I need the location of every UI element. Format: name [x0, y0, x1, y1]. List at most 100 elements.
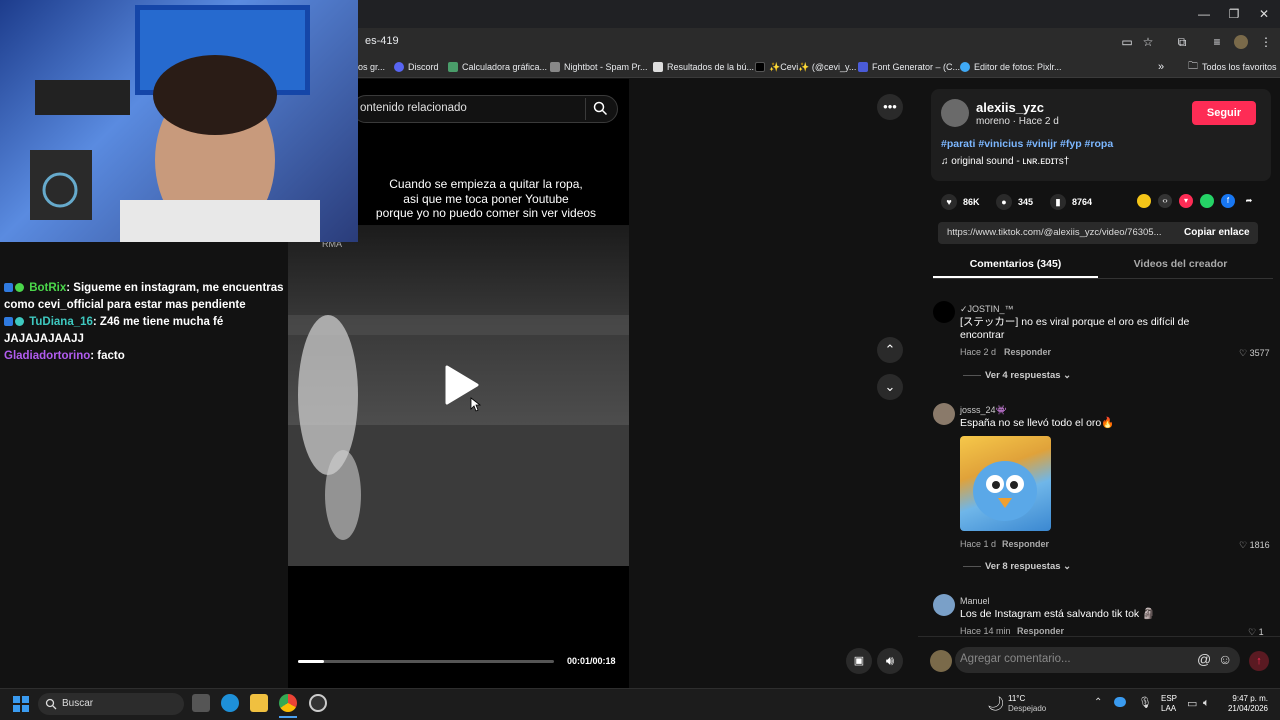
bookmark-icon: ▮ [1050, 194, 1066, 210]
task-view-icon[interactable] [192, 694, 210, 712]
bookmark-item[interactable]: Calculadora gráfica... [448, 60, 547, 74]
badge-icon [4, 317, 13, 327]
comment-username[interactable]: josss_24👾 [960, 405, 1007, 416]
tab-comments[interactable]: Comentarios (345) [933, 258, 1098, 270]
edge-icon[interactable] [221, 694, 239, 712]
chevron-down-icon[interactable]: ⌄ [877, 374, 903, 400]
minimize-icon[interactable]: — [1196, 6, 1212, 22]
like-stat[interactable]: ♥ 86K [941, 194, 980, 210]
hashtags[interactable]: #parati #vinicius #vinijr #fyp #ropa [941, 138, 1113, 150]
video-url[interactable]: https://www.tiktok.com/@alexiis_yzc/vide… [947, 227, 1169, 238]
bookmark-label: Resultados de la bú... [667, 62, 755, 72]
send-icon[interactable]: ▾ [1179, 194, 1193, 208]
copy-link-button[interactable]: Copiar enlace [1184, 227, 1250, 238]
bookmark-item[interactable]: Font Generator – (C... [858, 60, 960, 74]
pixlr-icon [960, 62, 970, 72]
weather-icon[interactable]: 🌙︎ [987, 695, 1005, 712]
miniplayer-icon[interactable]: ▣ [846, 648, 872, 674]
bookmark-label: Discord [408, 62, 439, 72]
windows-start-icon[interactable] [13, 696, 29, 712]
comment-like[interactable]: ♡ 3577 [1239, 348, 1270, 359]
more-options-icon[interactable]: ••• [877, 94, 903, 120]
repost-icon[interactable] [1137, 194, 1151, 208]
taskbar-search[interactable] [38, 693, 184, 715]
app-icon[interactable] [309, 694, 327, 712]
embed-icon[interactable]: ‹› [1158, 194, 1172, 208]
creator-avatar[interactable] [941, 99, 969, 127]
progress-fill [298, 660, 324, 663]
onedrive-icon[interactable] [1114, 697, 1126, 707]
reply-button[interactable]: Responder [1017, 626, 1064, 636]
bookmark-item[interactable]: Editor de fotos: Pixlr... [960, 60, 1062, 74]
share-icon[interactable]: ➦ [1242, 194, 1256, 208]
stream-chat: BotRix: Sigueme en instagram, me encuent… [0, 280, 288, 365]
progress-track[interactable] [298, 660, 554, 663]
bookmark-label: Editor de fotos: Pixlr... [974, 62, 1062, 72]
bookmarks-more-button[interactable]: » [1158, 60, 1164, 74]
chat-username[interactable]: BotRix [29, 282, 66, 294]
bookmark-item[interactable]: Resultados de la bú... [653, 60, 754, 74]
creator-subline: moreno · Hace 2 d [976, 116, 1059, 127]
whatsapp-icon[interactable] [1200, 194, 1214, 208]
reply-button[interactable]: Responder [1004, 347, 1051, 357]
heart-outline-icon: ♡ [1239, 348, 1250, 358]
post-comment-icon[interactable]: ↑ [1249, 651, 1269, 671]
comment-avatar[interactable] [933, 594, 955, 616]
chat-username[interactable]: TuDiana_16 [29, 316, 93, 328]
bookmark-item[interactable]: Discord [394, 60, 439, 74]
maximize-icon[interactable]: ❐ [1226, 6, 1242, 22]
clock-time[interactable]: 9:47 p. m. [1228, 694, 1268, 703]
view-replies-button[interactable]: Ver 4 respuestas ⌄ [985, 370, 1071, 381]
microphone-icon[interactable]: 🎙︎ [1138, 696, 1152, 709]
network-icon[interactable]: ▭ [1187, 697, 1197, 710]
bookmark-item[interactable]: Nightbot - Spam Pr... [550, 60, 648, 74]
view-replies-button[interactable]: Ver 8 respuestas ⌄ [985, 561, 1071, 572]
language-top[interactable]: ESP [1161, 694, 1177, 703]
likes-count: 86K [963, 197, 980, 207]
bookmark-item[interactable]: os gr... [358, 60, 385, 74]
heart-outline-icon: ♡ [1239, 540, 1250, 550]
facebook-icon[interactable]: f [1221, 194, 1235, 208]
address-text[interactable]: es-419 [365, 35, 399, 47]
comment-stat[interactable]: ● 345 [996, 194, 1033, 210]
emoji-icon[interactable]: ☺ [1218, 651, 1232, 667]
tab-creator-videos[interactable]: Videos del creador [1098, 258, 1263, 270]
comment-avatar[interactable] [933, 403, 955, 425]
webcam-image [30, 5, 320, 242]
tab-active-indicator [933, 276, 1098, 278]
profile-avatar[interactable] [1234, 35, 1248, 49]
mention-icon[interactable]: @ [1197, 651, 1211, 667]
volume-icon[interactable]: 🔊︎ [877, 648, 903, 674]
webcam-overlay [0, 0, 358, 242]
file-explorer-icon[interactable] [250, 694, 268, 712]
tiktok-icon [755, 62, 765, 72]
comment-username[interactable]: Manuel [960, 596, 990, 606]
search-icon[interactable] [593, 101, 608, 116]
discord-icon [394, 62, 404, 72]
speaker-icon[interactable]: 🔈︎ [1203, 697, 1210, 710]
comment-username[interactable]: ✓JOSTIN_™ [960, 304, 1014, 315]
all-bookmarks-button[interactable]: 🗀 Todos los favoritos [1188, 60, 1277, 74]
reading-list-icon[interactable]: ≡ [1210, 35, 1224, 49]
chat-username[interactable]: Gladiadortorino [4, 350, 90, 362]
comment-avatar[interactable] [933, 301, 955, 323]
save-stat[interactable]: ▮ 8764 [1050, 194, 1092, 210]
chrome-icon[interactable] [279, 694, 297, 712]
cast-icon[interactable]: ▭ [1120, 35, 1134, 49]
chat-message: BotRix: Sigueme en instagram, me encuent… [0, 280, 288, 314]
comment-like[interactable]: ♡ 1816 [1239, 540, 1270, 551]
bookmark-item[interactable]: ✨Cevi✨ (@cevi_y... [755, 60, 856, 74]
extensions-icon[interactable]: ⧉ [1175, 35, 1189, 49]
reply-button[interactable]: Responder [1002, 539, 1049, 549]
star-icon[interactable]: ☆ [1141, 35, 1155, 49]
close-icon[interactable]: ✕ [1256, 6, 1272, 22]
chevron-up-icon[interactable]: ⌃ [1094, 697, 1102, 708]
creator-username[interactable]: alexiis_yzc [976, 100, 1044, 115]
menu-icon[interactable]: ⋮ [1259, 35, 1273, 49]
badge-icon [4, 283, 13, 293]
bookmark-label: Nightbot - Spam Pr... [564, 62, 648, 72]
saves-count: 8764 [1072, 197, 1093, 207]
sound-info[interactable]: ♫ original sound - ʟɴʀ.ᴇᴅɪᴛs† [941, 156, 1069, 167]
follow-button[interactable]: Seguir [1192, 101, 1256, 125]
chevron-up-icon[interactable]: ⌃ [877, 337, 903, 363]
